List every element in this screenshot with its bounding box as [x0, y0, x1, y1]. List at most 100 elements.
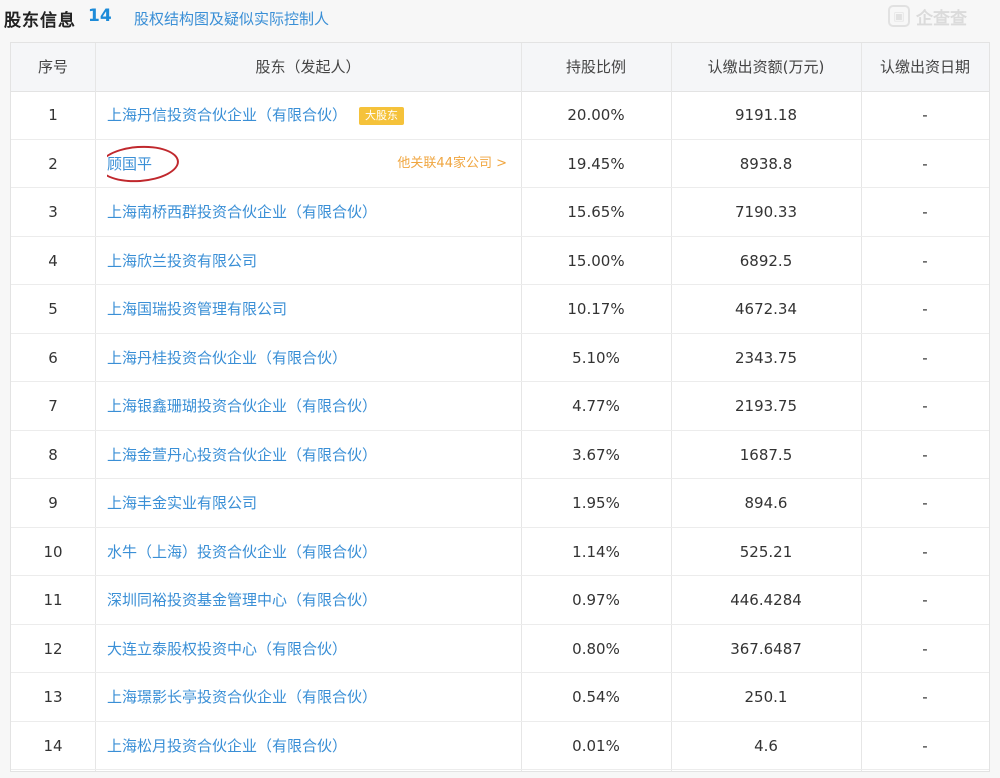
row-index: 13 — [43, 688, 63, 706]
related-companies-link[interactable]: 他关联44家公司 > — [397, 140, 507, 188]
shareholder-name-link[interactable]: 上海欣兰投资有限公司 — [107, 252, 257, 270]
shareholder-name-wrap: 上海丹信投资合伙企业（有限合伙） — [107, 91, 347, 139]
column-header-index: 序号 — [37, 58, 68, 76]
shareholder-name-link[interactable]: 上海丰金实业有限公司 — [107, 494, 257, 512]
row-index: 8 — [48, 445, 58, 464]
subscribed-amount: 7190.33 — [734, 203, 798, 221]
table-row: 4 上海欣兰投资有限公司 15.00% 6892.5 - — [11, 237, 989, 285]
shareholder-name-wrap: 上海国瑞投资管理有限公司 — [107, 285, 287, 333]
row-index: 4 — [48, 251, 58, 270]
subscribed-date: - — [922, 688, 928, 706]
table-row: 8 上海金萱丹心投资合伙企业（有限合伙） 3.67% 1687.5 - — [11, 431, 989, 479]
shareholder-name-wrap: 上海丹桂投资合伙企业（有限合伙） — [107, 334, 347, 382]
subscribed-amount: 2343.75 — [734, 348, 798, 367]
shareholder-name-wrap: 上海丰金实业有限公司 — [107, 479, 257, 527]
row-index: 1 — [48, 106, 58, 124]
share-ratio: 4.77% — [572, 397, 620, 415]
share-ratio: 5.10% — [572, 348, 620, 367]
shareholder-name-cell: 上海丹桂投资合伙企业（有限合伙） — [107, 334, 507, 382]
shareholder-name-wrap: 大连立泰股权投资中心（有限合伙） — [107, 625, 347, 673]
shareholder-name-cell: 上海丹信投资合伙企业（有限合伙） 大股东 — [107, 91, 507, 139]
table-row: 2 顾国平 他关联44家公司 > 19.45% 8938.8 - — [11, 140, 989, 188]
shareholder-name-cell: 深圳同裕投资基金管理中心（有限合伙） — [107, 576, 507, 624]
table-row: 13 上海璟影长亭投资合伙企业（有限合伙） 0.54% 250.1 - — [11, 673, 989, 722]
table-row: 14 上海松月投资合伙企业（有限合伙） 0.01% 4.6 - — [11, 722, 989, 770]
equity-structure-link[interactable]: 股权结构图及疑似实际控制人 — [134, 8, 329, 29]
subscribed-date: - — [922, 397, 928, 415]
shareholder-name-cell: 上海国瑞投资管理有限公司 — [107, 285, 507, 333]
shareholder-name-cell: 大连立泰股权投资中心（有限合伙） — [107, 625, 507, 673]
shareholder-name-cell: 上海南桥西群投资合伙企业（有限合伙） — [107, 188, 507, 236]
shareholder-name-link[interactable]: 深圳同裕投资基金管理中心（有限合伙） — [107, 591, 377, 609]
shareholder-name-wrap: 上海南桥西群投资合伙企业（有限合伙） — [107, 188, 377, 236]
subscribed-date: - — [922, 251, 928, 270]
subscribed-amount: 4672.34 — [734, 300, 798, 318]
column-header-amount: 认缴出资额(万元) — [707, 58, 825, 76]
share-ratio: 1.95% — [572, 494, 620, 512]
section-header: 股东信息 14 股权结构图及疑似实际控制人 ▣ 企查查 — [0, 0, 1000, 40]
column-header-name: 股东（发起人） — [255, 58, 361, 76]
shareholder-name-link[interactable]: 上海璟影长亭投资合伙企业（有限合伙） — [107, 688, 377, 706]
table-row: 9 上海丰金实业有限公司 1.95% 894.6 - — [11, 479, 989, 528]
share-ratio: 15.65% — [567, 203, 625, 221]
column-header-ratio: 持股比例 — [565, 58, 626, 76]
shareholder-name-wrap: 上海银鑫珊瑚投资合伙企业（有限合伙） — [107, 382, 377, 430]
table-row: 1 上海丹信投资合伙企业（有限合伙） 大股东 20.00% 9191.18 - — [11, 91, 989, 140]
share-ratio: 10.17% — [567, 300, 625, 318]
table-header: 序号 股东（发起人） 持股比例 认缴出资额(万元) 认缴出资日期 — [11, 43, 989, 92]
subscribed-amount: 525.21 — [739, 542, 793, 561]
subscribed-date: - — [922, 591, 928, 609]
share-ratio: 1.14% — [572, 542, 620, 561]
row-index: 3 — [48, 203, 58, 221]
shareholder-table: 序号 股东（发起人） 持股比例 认缴出资额(万元) 认缴出资日期 1 上海丹信投资… — [10, 42, 990, 772]
row-index: 5 — [48, 300, 58, 318]
share-ratio: 0.54% — [572, 688, 620, 706]
table-row: 11 深圳同裕投资基金管理中心（有限合伙） 0.97% 446.4284 - — [11, 576, 989, 625]
major-shareholder-badge: 大股东 — [359, 106, 405, 125]
subscribed-date: - — [922, 348, 928, 367]
table-body: 1 上海丹信投资合伙企业（有限合伙） 大股东 20.00% 9191.18 - 2 顾国平 他关… — [11, 91, 989, 770]
subscribed-date: - — [922, 639, 928, 658]
shareholder-name-link[interactable]: 大连立泰股权投资中心（有限合伙） — [107, 640, 347, 658]
logo-icon: ▣ — [888, 5, 910, 27]
row-index: 7 — [48, 397, 58, 415]
shareholder-name-cell: 顾国平 他关联44家公司 > — [107, 140, 507, 188]
shareholder-name-wrap: 深圳同裕投资基金管理中心（有限合伙） — [107, 576, 377, 624]
share-ratio: 15.00% — [567, 251, 625, 270]
shareholder-name-link[interactable]: 上海丹信投资合伙企业（有限合伙） — [107, 106, 347, 124]
subscribed-amount: 250.1 — [744, 688, 788, 706]
subscribed-amount: 8938.8 — [739, 154, 793, 173]
table-row: 5 上海国瑞投资管理有限公司 10.17% 4672.34 - — [11, 285, 989, 334]
shareholder-name-cell: 上海丰金实业有限公司 — [107, 479, 507, 527]
table-row: 6 上海丹桂投资合伙企业（有限合伙） 5.10% 2343.75 - — [11, 334, 989, 382]
share-ratio: 20.00% — [567, 106, 625, 124]
shareholder-name-cell: 上海璟影长亭投资合伙企业（有限合伙） — [107, 673, 507, 721]
row-index: 2 — [48, 154, 58, 173]
subscribed-amount: 894.6 — [744, 494, 788, 512]
subscribed-date: - — [922, 494, 928, 512]
shareholder-name-wrap: 上海欣兰投资有限公司 — [107, 237, 257, 285]
table-row: 12 大连立泰股权投资中心（有限合伙） 0.80% 367.6487 - — [11, 625, 989, 673]
section-title: 股东信息 — [4, 11, 76, 31]
shareholder-name-cell: 上海松月投资合伙企业（有限合伙） — [107, 722, 507, 770]
column-header-date: 认缴出资日期 — [879, 58, 970, 76]
row-index: 10 — [43, 542, 63, 561]
share-ratio: 0.01% — [572, 736, 620, 755]
row-index: 6 — [48, 348, 58, 367]
shareholder-name-link[interactable]: 上海丹桂投资合伙企业（有限合伙） — [107, 349, 347, 367]
subscribed-amount: 9191.18 — [734, 106, 798, 124]
subscribed-date: - — [922, 542, 928, 561]
shareholder-name-link[interactable]: 上海南桥西群投资合伙企业（有限合伙） — [107, 203, 377, 221]
shareholder-name-link[interactable]: 上海金萱丹心投资合伙企业（有限合伙） — [107, 446, 377, 464]
shareholder-name-cell: 水牛（上海）投资合伙企业（有限合伙） — [107, 528, 507, 576]
subscribed-date: - — [922, 445, 928, 464]
shareholder-name-link[interactable]: 水牛（上海）投资合伙企业（有限合伙） — [107, 543, 377, 561]
shareholder-count: 14 — [88, 6, 112, 26]
page: 股东信息 14 股权结构图及疑似实际控制人 ▣ 企查查 序号 股东（发起人） 持… — [0, 0, 1000, 778]
subscribed-date: - — [922, 736, 928, 755]
shareholder-name-link[interactable]: 上海国瑞投资管理有限公司 — [107, 300, 287, 318]
shareholder-name-link[interactable]: 上海松月投资合伙企业（有限合伙） — [107, 737, 347, 755]
shareholder-name-link[interactable]: 上海银鑫珊瑚投资合伙企业（有限合伙） — [107, 397, 377, 415]
shareholder-name-wrap: 上海璟影长亭投资合伙企业（有限合伙） — [107, 673, 377, 721]
subscribed-amount: 1687.5 — [739, 445, 793, 464]
